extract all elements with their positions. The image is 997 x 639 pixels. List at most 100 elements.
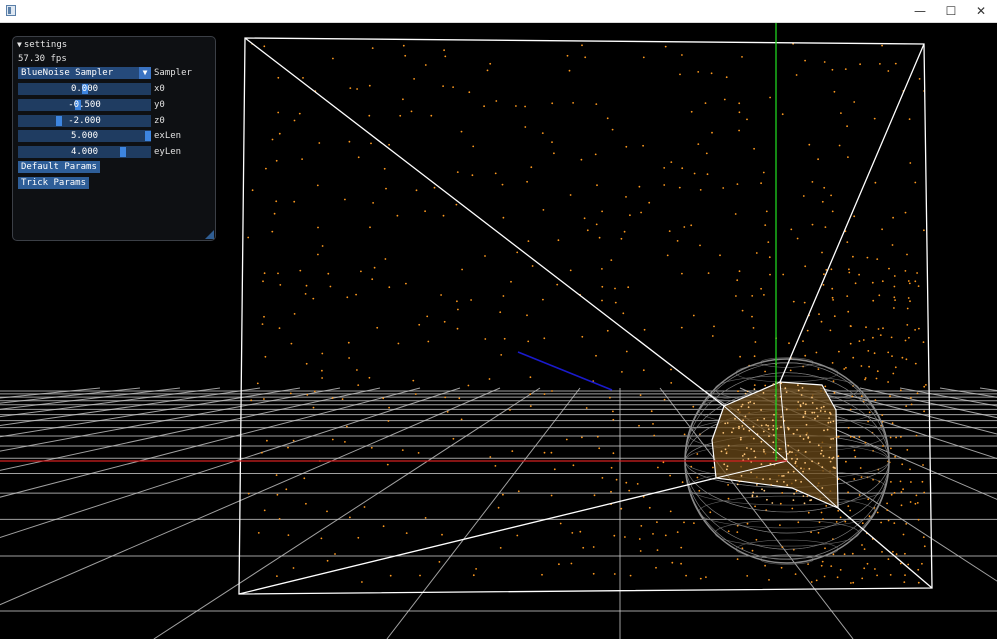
sample-point xyxy=(594,153,597,156)
sample-point xyxy=(831,296,834,299)
sample-point xyxy=(355,293,357,296)
sample-point xyxy=(527,240,530,243)
sample-point xyxy=(287,534,290,536)
patch-point xyxy=(820,406,823,409)
sample-point xyxy=(704,102,707,104)
sample-point xyxy=(499,311,502,314)
patch-point xyxy=(834,467,836,469)
eylen-value: 4.000 xyxy=(70,147,99,157)
eylen-slider[interactable]: 4.000 xyxy=(18,146,151,158)
y0-slider[interactable]: -0.500 xyxy=(18,99,151,111)
sample-point xyxy=(415,189,418,192)
sample-point xyxy=(511,450,514,452)
sample-point xyxy=(917,285,920,287)
patch-point xyxy=(772,419,774,422)
sample-point xyxy=(892,216,894,219)
sampler-combo[interactable]: BlueNoise Sampler ▼ xyxy=(18,67,151,79)
settings-panel[interactable]: ▼ settings 57.30 fps BlueNoise Sampler ▼ … xyxy=(12,36,216,241)
sample-point xyxy=(781,113,784,116)
sample-point xyxy=(875,377,878,380)
sample-point xyxy=(610,466,613,469)
patch-point xyxy=(743,453,746,456)
sample-point xyxy=(781,492,784,494)
patch-point xyxy=(787,426,789,429)
sample-point xyxy=(652,423,654,425)
sample-point xyxy=(263,272,266,275)
sample-point xyxy=(598,236,601,239)
resize-grip-icon[interactable] xyxy=(205,230,214,239)
patch-point xyxy=(740,436,742,439)
sample-point xyxy=(636,483,639,485)
exlen-slider[interactable]: 5.000 xyxy=(18,130,151,142)
collapse-triangle-icon[interactable]: ▼ xyxy=(17,38,22,52)
patch-point xyxy=(753,450,756,453)
z0-value: -2.000 xyxy=(68,116,101,126)
patch-point xyxy=(821,466,824,469)
sample-point xyxy=(846,241,849,244)
sample-point xyxy=(860,365,863,367)
sample-point xyxy=(874,399,877,402)
sample-point xyxy=(921,562,923,565)
patch-point xyxy=(770,484,772,486)
sample-point xyxy=(276,493,279,496)
exlen-label: exLen xyxy=(154,131,182,141)
patch-point xyxy=(756,484,758,486)
sample-point xyxy=(844,68,847,70)
sample-point xyxy=(472,145,475,148)
sample-point xyxy=(541,132,544,135)
x0-slider[interactable]: 0.000 xyxy=(18,83,151,95)
sample-point xyxy=(399,114,402,117)
sample-point xyxy=(293,119,296,122)
sample-point xyxy=(696,453,699,455)
sample-point xyxy=(541,573,543,576)
sample-point xyxy=(894,62,897,65)
chevron-down-icon[interactable]: ▼ xyxy=(139,67,151,79)
sample-point xyxy=(914,329,916,331)
sample-point xyxy=(893,275,896,277)
sample-point xyxy=(628,489,631,492)
z0-slider[interactable]: -2.000 xyxy=(18,115,151,127)
close-button[interactable]: ✕ xyxy=(965,0,997,22)
patch-point xyxy=(811,396,813,399)
sample-point xyxy=(418,323,421,326)
sample-point xyxy=(510,280,512,283)
maximize-button[interactable]: ☐ xyxy=(935,0,967,22)
sample-point xyxy=(821,200,824,203)
sample-point xyxy=(873,352,876,355)
sample-point xyxy=(916,502,919,504)
sample-point xyxy=(276,575,278,577)
patch-point xyxy=(750,471,752,474)
sample-point xyxy=(472,574,475,577)
frustum-edge xyxy=(244,37,725,407)
trick-params-button[interactable]: Trick Params xyxy=(18,177,90,189)
sample-point xyxy=(526,180,528,183)
sample-point xyxy=(334,553,336,555)
sample-point xyxy=(923,491,926,494)
minimize-button[interactable]: — xyxy=(904,0,936,22)
sample-point xyxy=(368,376,371,379)
patch-point xyxy=(762,430,765,433)
sample-point xyxy=(650,410,653,413)
patch-point xyxy=(794,479,797,482)
sample-point xyxy=(899,389,902,392)
patch-point xyxy=(722,432,725,434)
patch-point xyxy=(835,436,838,438)
patch-point xyxy=(724,448,727,451)
settings-header[interactable]: ▼ settings xyxy=(17,38,67,52)
sample-point xyxy=(458,397,461,400)
sample-point xyxy=(317,226,319,229)
sample-point xyxy=(685,574,687,577)
sample-point xyxy=(900,504,903,507)
sample-point xyxy=(918,327,920,330)
sample-point xyxy=(360,270,362,273)
sample-point xyxy=(817,368,820,370)
sample-point xyxy=(831,362,834,364)
y0-value: -0.500 xyxy=(68,100,101,110)
default-params-button[interactable]: Default Params xyxy=(18,161,100,173)
sample-point xyxy=(867,350,870,352)
sample-point xyxy=(835,521,838,523)
sample-point xyxy=(304,293,307,295)
sample-point xyxy=(804,265,807,268)
sample-point xyxy=(902,533,905,536)
sample-point xyxy=(760,182,762,185)
